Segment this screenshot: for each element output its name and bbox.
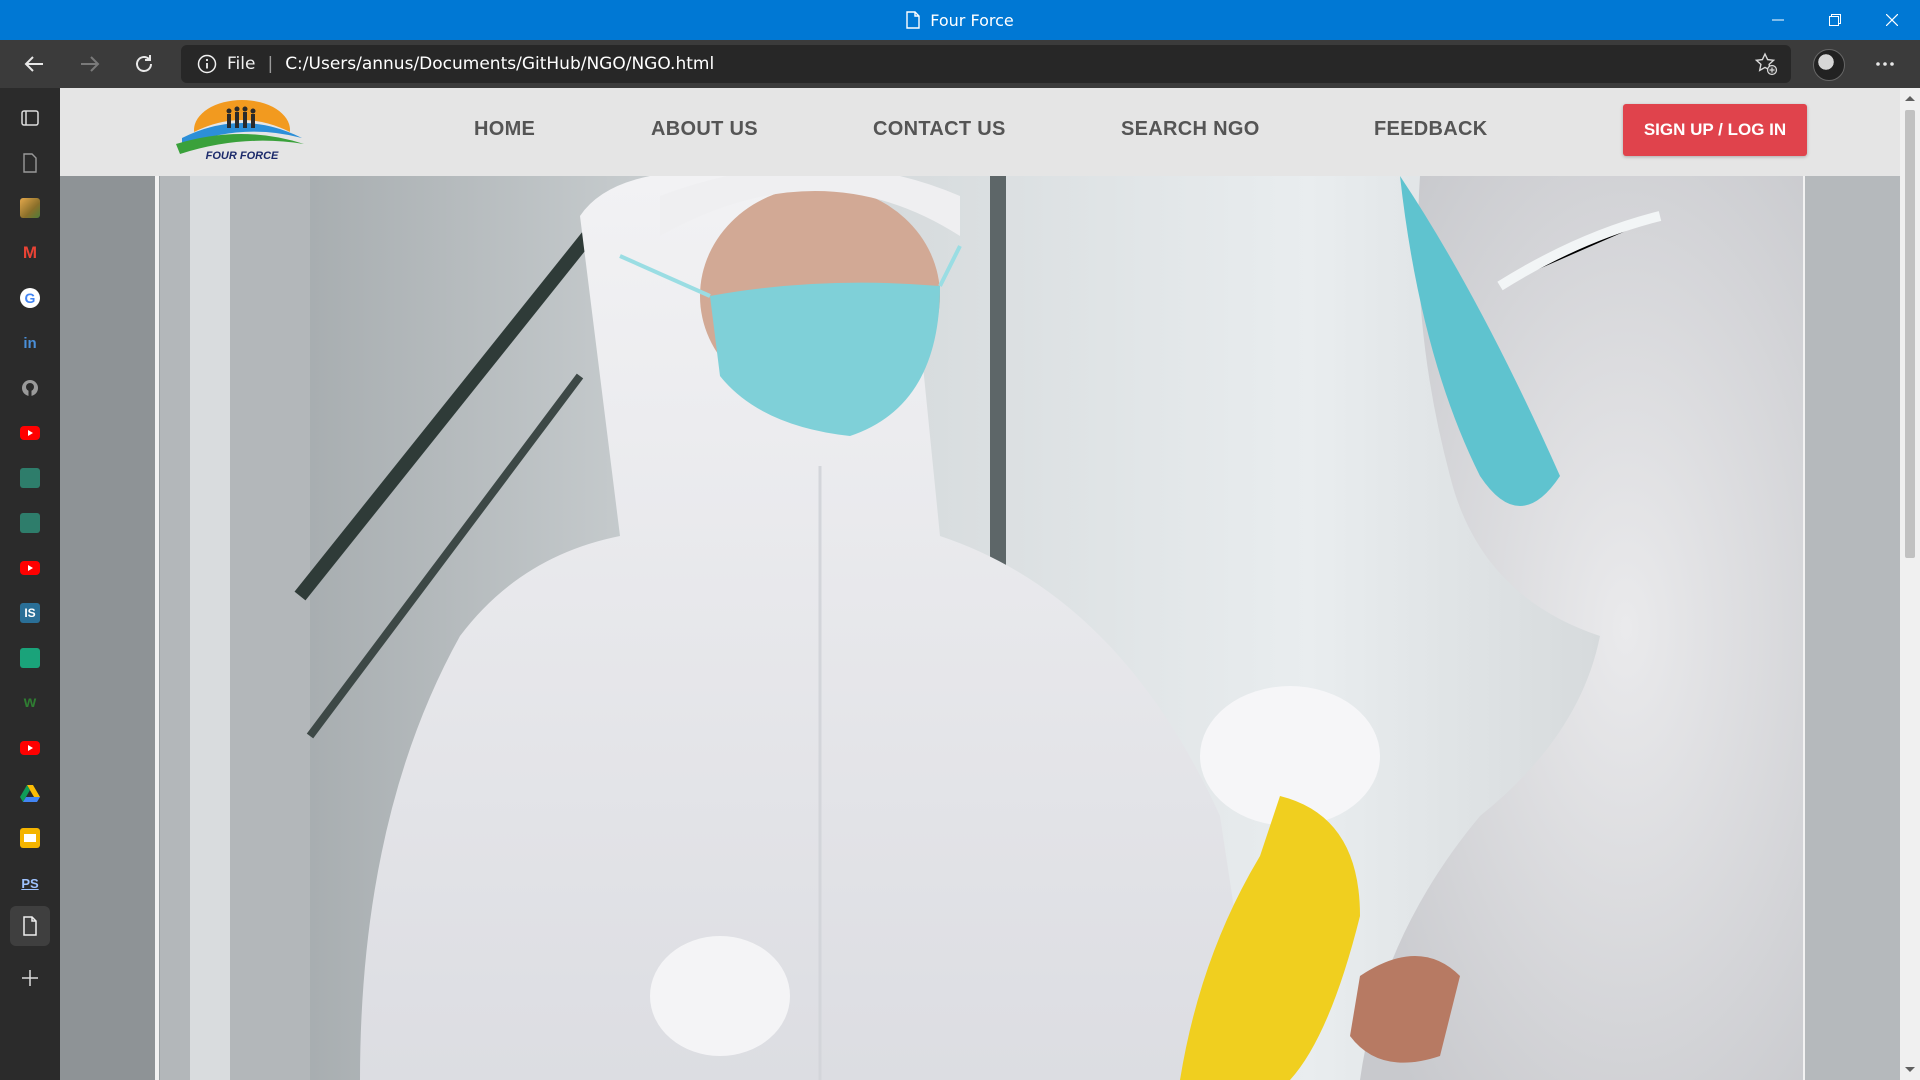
logo-text: FOUR FORCE [205, 150, 279, 162]
add-favorite-icon [1754, 52, 1778, 76]
tab-actions-button[interactable] [10, 98, 50, 138]
tab-actions-icon [21, 110, 39, 126]
ps-icon: PS [21, 875, 39, 891]
github-icon [22, 380, 38, 396]
browser-toolbar: File | C:/Users/annus/Documents/GitHub/N… [0, 40, 1920, 88]
nav-contact-us[interactable]: CONTACT US [873, 118, 1006, 141]
page-scrollbar[interactable] [1900, 88, 1920, 1080]
site-header: FOUR FORCE HOME ABOUT US CONTACT US SEAR… [60, 88, 1900, 176]
sidebar-app-1[interactable] [10, 188, 50, 228]
linkedin-icon: in [23, 334, 37, 352]
address-bar[interactable]: File | C:/Users/annus/Documents/GitHub/N… [181, 45, 1791, 83]
sidebar-linkedin[interactable]: in [10, 323, 50, 363]
restore-icon [1828, 14, 1841, 26]
nav-about-us[interactable]: ABOUT US [651, 118, 758, 141]
sidebar-youtube-3[interactable] [10, 728, 50, 768]
sidebar-w[interactable]: w [10, 683, 50, 723]
sidebar-ps[interactable]: PS [10, 863, 50, 903]
info-icon[interactable] [197, 54, 217, 74]
document-icon [906, 11, 920, 29]
more-icon [1876, 62, 1894, 66]
sidebar-github[interactable] [10, 368, 50, 408]
address-separator: | [267, 54, 274, 74]
refresh-button[interactable] [120, 40, 168, 88]
sidebar-youtube[interactable] [10, 413, 50, 453]
profile-avatar[interactable] [1813, 49, 1845, 81]
refresh-icon [136, 55, 152, 72]
window-title: Four Force [0, 0, 1920, 40]
nav-search-ngo[interactable]: SEARCH NGO [1121, 118, 1260, 141]
forward-button[interactable] [66, 40, 114, 88]
address-url[interactable]: C:/Users/annus/Documents/GitHub/NGO/NGO.… [285, 54, 714, 74]
window-title-text: Four Force [930, 10, 1014, 30]
w-icon: w [23, 694, 37, 711]
restore-button[interactable] [1806, 0, 1863, 40]
is-icon: IS [20, 603, 40, 623]
nav-feedback[interactable]: FEEDBACK [1374, 118, 1488, 141]
minimize-button[interactable] [1749, 0, 1806, 40]
google-icon: G [20, 288, 40, 308]
close-button[interactable] [1863, 0, 1920, 40]
more-button[interactable] [1867, 46, 1903, 82]
add-icon [22, 970, 38, 986]
sidebar-app-teal[interactable] [10, 638, 50, 678]
close-icon [1885, 14, 1898, 26]
sidebar-current-page[interactable] [10, 906, 50, 946]
back-button[interactable] [10, 40, 58, 88]
google-drive-icon [20, 785, 40, 802]
sidebar-app-green[interactable] [10, 458, 50, 498]
sidebar-is[interactable]: IS [10, 593, 50, 633]
sidebar-google[interactable]: G [10, 278, 50, 318]
sidebar-slides[interactable] [10, 818, 50, 858]
current-page-icon [23, 916, 37, 936]
back-arrow-icon [24, 56, 43, 72]
gmail-icon: M [22, 243, 38, 262]
sidebar-page[interactable] [10, 143, 50, 183]
app-teal-icon [20, 648, 40, 668]
signup-login-button[interactable]: SIGN UP / LOG IN [1623, 104, 1807, 156]
youtube-icon-3 [20, 741, 40, 755]
sidebar-youtube-2[interactable] [10, 548, 50, 588]
sidebar-app-green-2[interactable] [10, 503, 50, 543]
scroll-down-icon[interactable] [1904, 1064, 1916, 1076]
scroll-up-icon[interactable] [1904, 92, 1916, 104]
sidebar-google-drive[interactable] [10, 773, 50, 813]
slides-icon [20, 828, 40, 848]
minimize-icon [1771, 19, 1784, 21]
colorful-app-icon [20, 198, 40, 218]
app-green-icon [20, 468, 40, 488]
hero-image [60, 176, 1900, 1080]
hero-photo [60, 176, 1900, 1080]
site-logo[interactable]: FOUR FORCE [172, 98, 312, 168]
scrollbar-thumb[interactable] [1905, 110, 1915, 558]
page-viewport: FOUR FORCE HOME ABOUT US CONTACT US SEAR… [60, 88, 1900, 1080]
window-title-bar: Four Force [0, 0, 1920, 40]
sidebar-gmail[interactable]: M [10, 233, 50, 273]
app-green-icon-2 [20, 513, 40, 533]
add-favorite-button[interactable] [1748, 46, 1784, 82]
page-icon [23, 153, 37, 173]
forward-arrow-icon [81, 56, 100, 72]
youtube-icon-2 [20, 561, 40, 575]
browser-sidebar: M G in IS w PS [0, 88, 60, 1080]
nav-home[interactable]: HOME [474, 118, 535, 141]
scheme-label: File [227, 54, 256, 74]
sidebar-add-button[interactable] [10, 958, 50, 998]
youtube-icon [20, 426, 40, 440]
